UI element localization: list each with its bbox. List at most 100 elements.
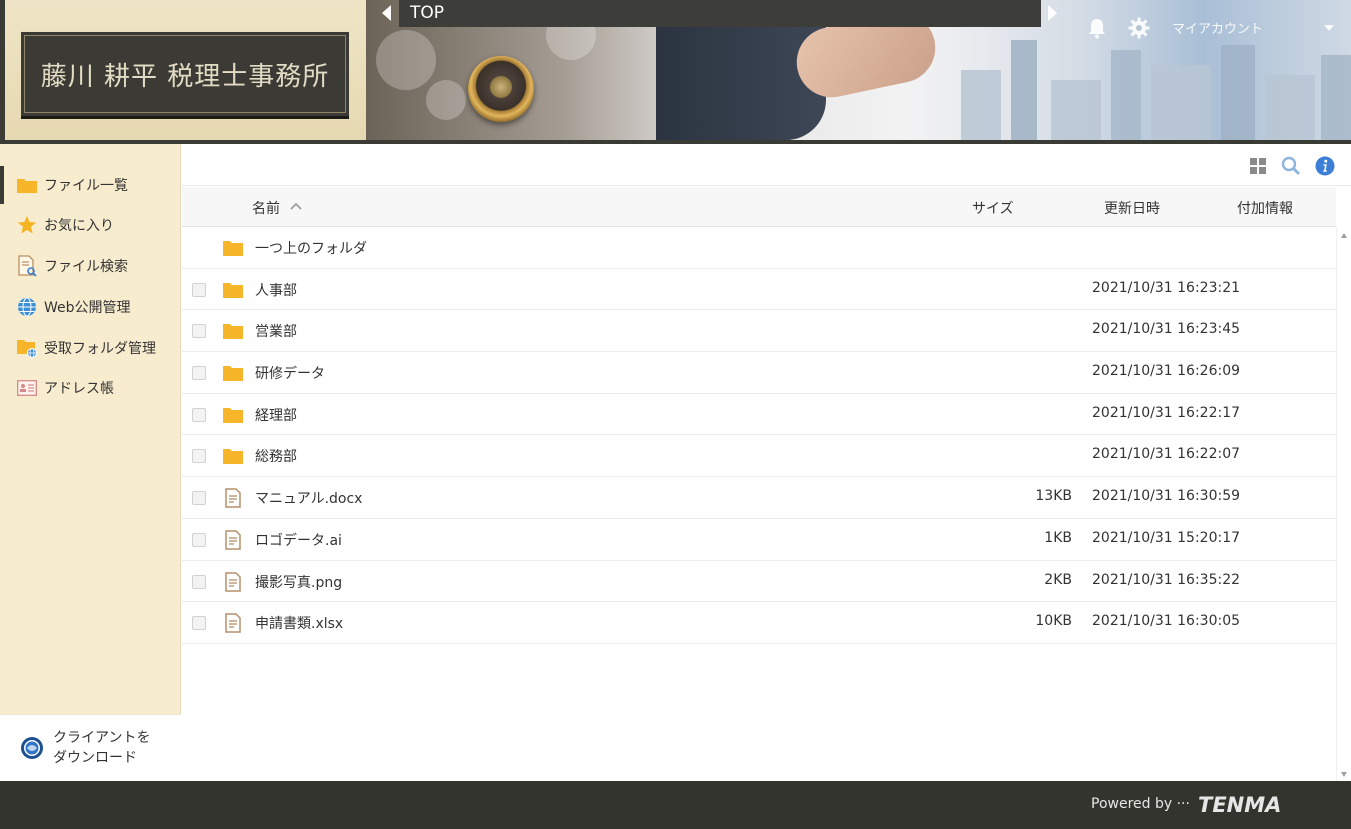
sidebar-item-file-list[interactable]: ファイル一覧 bbox=[0, 166, 181, 204]
file-modified: 2021/10/31 16:26:09 bbox=[1092, 363, 1241, 380]
column-modified[interactable]: 更新日時 bbox=[1104, 198, 1160, 218]
file-size: 2KB bbox=[1044, 571, 1072, 588]
grid-view-icon[interactable] bbox=[1248, 156, 1268, 176]
file-name[interactable]: 申請書類.xlsx bbox=[255, 613, 343, 633]
column-extra-info[interactable]: 付加情報 bbox=[1237, 198, 1293, 218]
powered-by-label: Powered by ··· bbox=[1091, 796, 1190, 812]
table-row[interactable]: 総務部 2021/10/31 16:22:07 bbox=[182, 435, 1336, 478]
emblem-badge-icon bbox=[468, 56, 534, 122]
file-size: 10KB bbox=[1035, 613, 1072, 630]
document-icon bbox=[225, 488, 241, 508]
column-name[interactable]: 名前 bbox=[252, 198, 280, 218]
breadcrumb-right-arrow-icon[interactable] bbox=[1048, 5, 1057, 21]
file-modified: 2021/10/31 16:22:07 bbox=[1092, 446, 1241, 463]
folder-icon bbox=[223, 407, 243, 423]
info-icon[interactable] bbox=[1315, 156, 1335, 176]
table-row[interactable]: マニュアル.docx 13KB 2021/10/31 16:30:59 bbox=[182, 477, 1336, 519]
sidebar-item-label: Web公開管理 bbox=[44, 300, 131, 316]
sidebar-item-label: お気に入り bbox=[44, 218, 114, 234]
row-checkbox[interactable] bbox=[192, 491, 206, 506]
file-name[interactable]: 研修データ bbox=[255, 363, 325, 383]
parent-folder-row[interactable]: 一つ上のフォルダ bbox=[182, 227, 1336, 269]
sidebar-item-favorites[interactable]: お気に入り bbox=[0, 206, 181, 244]
folder-globe-icon bbox=[16, 338, 38, 358]
breadcrumb: TOP bbox=[399, 0, 1041, 27]
my-account-menu[interactable]: マイアカウント bbox=[1172, 18, 1263, 37]
row-checkbox[interactable] bbox=[192, 282, 206, 297]
logo-area: 藤川 耕平 税理士事務所 bbox=[0, 0, 366, 140]
sidebar-item-label: ファイル一覧 bbox=[44, 178, 128, 194]
table-row[interactable]: 人事部 2021/10/31 16:23:21 bbox=[182, 269, 1336, 311]
breadcrumb-top[interactable]: TOP bbox=[410, 3, 444, 23]
table-row[interactable]: 申請書類.xlsx 10KB 2021/10/31 16:30:05 bbox=[182, 602, 1336, 644]
file-modified: 2021/10/31 16:35:22 bbox=[1092, 571, 1241, 588]
row-checkbox[interactable] bbox=[192, 532, 206, 547]
file-modified: 2021/10/31 15:20:17 bbox=[1092, 529, 1241, 546]
office-name: 藤川 耕平 税理士事務所 bbox=[40, 61, 330, 92]
table-row[interactable]: ロゴデータ.ai 1KB 2021/10/31 15:20:17 bbox=[182, 519, 1336, 561]
row-checkbox[interactable] bbox=[192, 574, 206, 589]
row-checkbox[interactable] bbox=[192, 449, 206, 464]
folder-icon bbox=[223, 366, 243, 382]
file-name[interactable]: 撮影写真.png bbox=[255, 572, 342, 592]
row-checkbox[interactable] bbox=[192, 324, 206, 339]
file-table-body: 一つ上のフォルダ 人事部 2021/10/31 16:23:21 営業部 202… bbox=[182, 227, 1336, 644]
chevron-down-icon[interactable] bbox=[1324, 25, 1334, 31]
footer: Powered by ··· TENMA bbox=[0, 781, 1351, 829]
parent-folder-label: 一つ上のフォルダ bbox=[255, 241, 367, 257]
gear-icon[interactable] bbox=[1128, 17, 1150, 39]
folder-icon bbox=[223, 282, 243, 298]
column-size[interactable]: サイズ bbox=[972, 198, 1014, 218]
sidebar-item-receive-folder[interactable]: 受取フォルダ管理 bbox=[0, 329, 181, 367]
address-card-icon bbox=[16, 378, 38, 398]
scroll-up-arrow-icon[interactable] bbox=[1341, 233, 1347, 238]
file-name[interactable]: マニュアル.docx bbox=[255, 488, 362, 508]
sidebar: ファイル一覧 お気に入り ファイル検索 Web公開管理 受取フォルダ管理 アドレ… bbox=[0, 144, 181, 781]
file-name[interactable]: ロゴデータ.ai bbox=[255, 530, 342, 550]
globe-icon bbox=[16, 297, 38, 317]
file-name[interactable]: 営業部 bbox=[255, 321, 297, 341]
folder-icon bbox=[223, 324, 243, 340]
table-row[interactable]: 経理部 2021/10/31 16:22:17 bbox=[182, 394, 1336, 436]
header: 藤川 耕平 税理士事務所 TOP マイアカウント bbox=[0, 0, 1351, 144]
file-name[interactable]: 総務部 bbox=[255, 446, 297, 466]
file-size: 13KB bbox=[1035, 488, 1072, 505]
document-icon bbox=[225, 571, 241, 592]
file-search-icon bbox=[16, 255, 38, 277]
toolbar bbox=[182, 144, 1351, 186]
scroll-down-arrow-icon[interactable] bbox=[1341, 772, 1347, 777]
file-name[interactable]: 人事部 bbox=[255, 280, 297, 300]
search-icon[interactable] bbox=[1281, 156, 1301, 176]
sidebar-item-label: ファイル検索 bbox=[44, 259, 128, 275]
sidebar-item-label: アドレス帳 bbox=[44, 381, 114, 397]
table-row[interactable]: 研修データ 2021/10/31 16:26:09 bbox=[182, 352, 1336, 394]
client-download-icon bbox=[21, 737, 43, 759]
scrollbar[interactable] bbox=[1336, 227, 1351, 781]
sort-ascending-icon[interactable] bbox=[289, 201, 303, 211]
bell-icon[interactable] bbox=[1087, 17, 1107, 39]
table-row[interactable]: 営業部 2021/10/31 16:23:45 bbox=[182, 310, 1336, 353]
file-modified: 2021/10/31 16:23:45 bbox=[1092, 321, 1241, 338]
client-download-label: クライアントを ダウンロード bbox=[53, 730, 151, 766]
file-modified: 2021/10/31 16:30:05 bbox=[1092, 613, 1241, 630]
sidebar-item-web-publish[interactable]: Web公開管理 bbox=[0, 288, 181, 326]
breadcrumb-left-arrow-icon[interactable] bbox=[382, 5, 391, 21]
table-row[interactable]: 撮影写真.png 2KB 2021/10/31 16:35:22 bbox=[182, 561, 1336, 603]
row-checkbox[interactable] bbox=[192, 407, 206, 422]
row-checkbox[interactable] bbox=[192, 366, 206, 381]
tenma-logo[interactable]: TENMA bbox=[1198, 793, 1281, 817]
client-download-button[interactable]: クライアントを ダウンロード bbox=[0, 714, 181, 781]
folder-icon bbox=[223, 449, 243, 465]
folder-icon bbox=[223, 241, 243, 256]
document-icon bbox=[225, 530, 241, 550]
sidebar-item-label: 受取フォルダ管理 bbox=[44, 341, 156, 357]
sidebar-item-address-book[interactable]: アドレス帳 bbox=[0, 369, 181, 407]
document-icon bbox=[225, 613, 241, 633]
file-list-panel: 名前 サイズ 更新日時 付加情報 一つ上のフォルダ 人事部 2021/10/31… bbox=[182, 144, 1351, 781]
row-checkbox[interactable] bbox=[192, 616, 206, 631]
star-icon bbox=[16, 215, 38, 235]
sidebar-item-file-search[interactable]: ファイル検索 bbox=[0, 247, 181, 285]
file-modified: 2021/10/31 16:30:59 bbox=[1092, 488, 1241, 505]
file-name[interactable]: 経理部 bbox=[255, 405, 297, 425]
office-logo[interactable]: 藤川 耕平 税理士事務所 bbox=[21, 30, 349, 116]
